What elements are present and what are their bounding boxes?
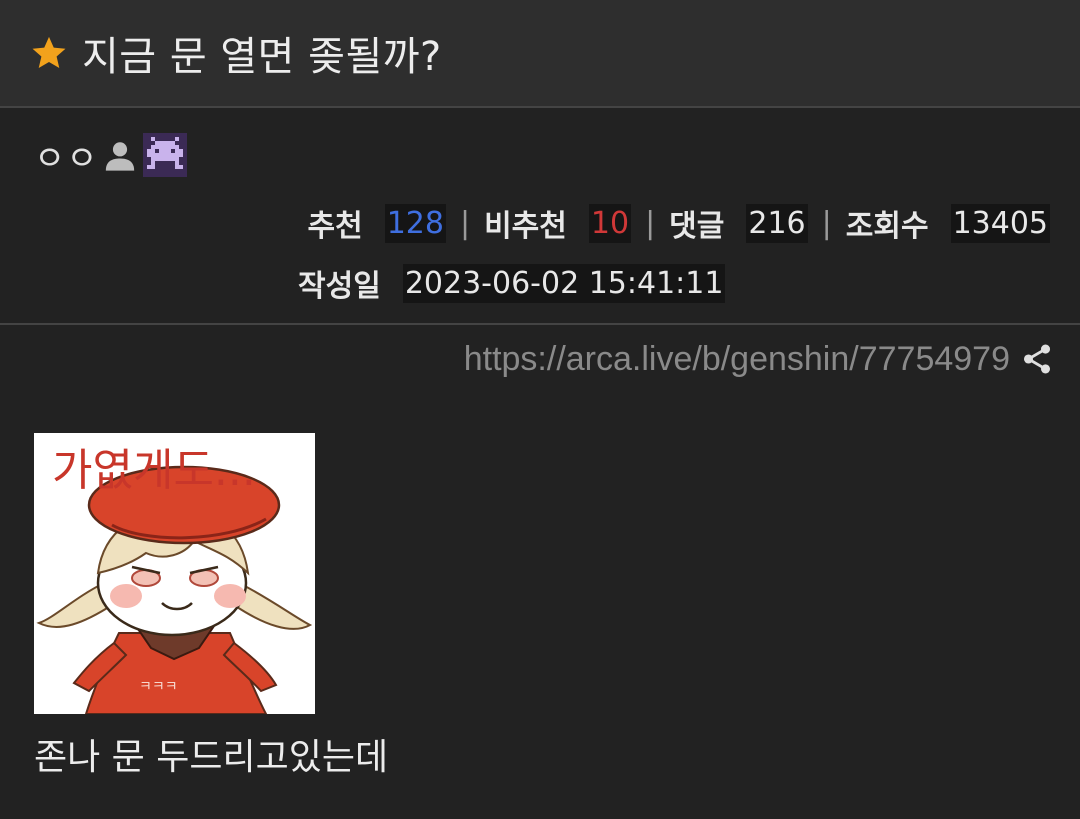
not-recommend-label: 비추천 — [484, 209, 567, 244]
post-date: 2023-06-02 15:41:11 — [402, 263, 726, 303]
author-block[interactable]: ㅇㅇ — [34, 133, 187, 179]
author-name[interactable]: ㅇㅇ — [34, 131, 99, 180]
post-url-link[interactable]: https://arca.live/b/genshin/77754979 — [464, 340, 1010, 379]
url-row: https://arca.live/b/genshin/77754979 — [464, 336, 1054, 382]
sticker-laugh-text: ㅋㅋㅋ — [139, 679, 178, 695]
post-info: ㅇㅇ 추천 128 | 비추천 10 | 댓글 216 | 조회수 13405 … — [0, 110, 1080, 325]
klee-sticker-illustration: 가엾게도... ㅋㅋㅋ — [34, 433, 315, 714]
separator: | — [645, 205, 656, 241]
person-icon — [105, 142, 134, 171]
separator: | — [459, 205, 471, 241]
recommend-count: 128 — [384, 203, 446, 243]
date-label: 작성일 — [298, 269, 381, 304]
separator: | — [821, 205, 832, 241]
title-bar: 지금 문 열면 좆될까? — [0, 0, 1080, 108]
views-label: 조회수 — [845, 209, 929, 244]
not-recommend-count: 10 — [588, 203, 632, 243]
comments-count: 216 — [746, 203, 808, 243]
sticker-caption: 가엾게도... — [52, 445, 256, 496]
star-icon — [32, 36, 66, 69]
post-body-text: 존나 문 두드리고있는데 — [34, 737, 389, 778]
views-count: 13405 — [950, 203, 1050, 243]
stats-row: 추천 128 | 비추천 10 | 댓글 216 | 조회수 13405 — [307, 200, 1050, 246]
share-icon[interactable] — [1020, 342, 1054, 376]
recommend-label: 추천 — [307, 209, 363, 244]
sticker-image: 가엾게도... ㅋㅋㅋ — [34, 433, 315, 714]
pixel-invader-badge-icon — [142, 133, 187, 177]
date-row: 작성일 2023-06-02 15:41:11 — [298, 260, 726, 306]
post-title: 지금 문 열면 좆될까? — [82, 34, 442, 80]
comments-label: 댓글 — [669, 209, 725, 244]
